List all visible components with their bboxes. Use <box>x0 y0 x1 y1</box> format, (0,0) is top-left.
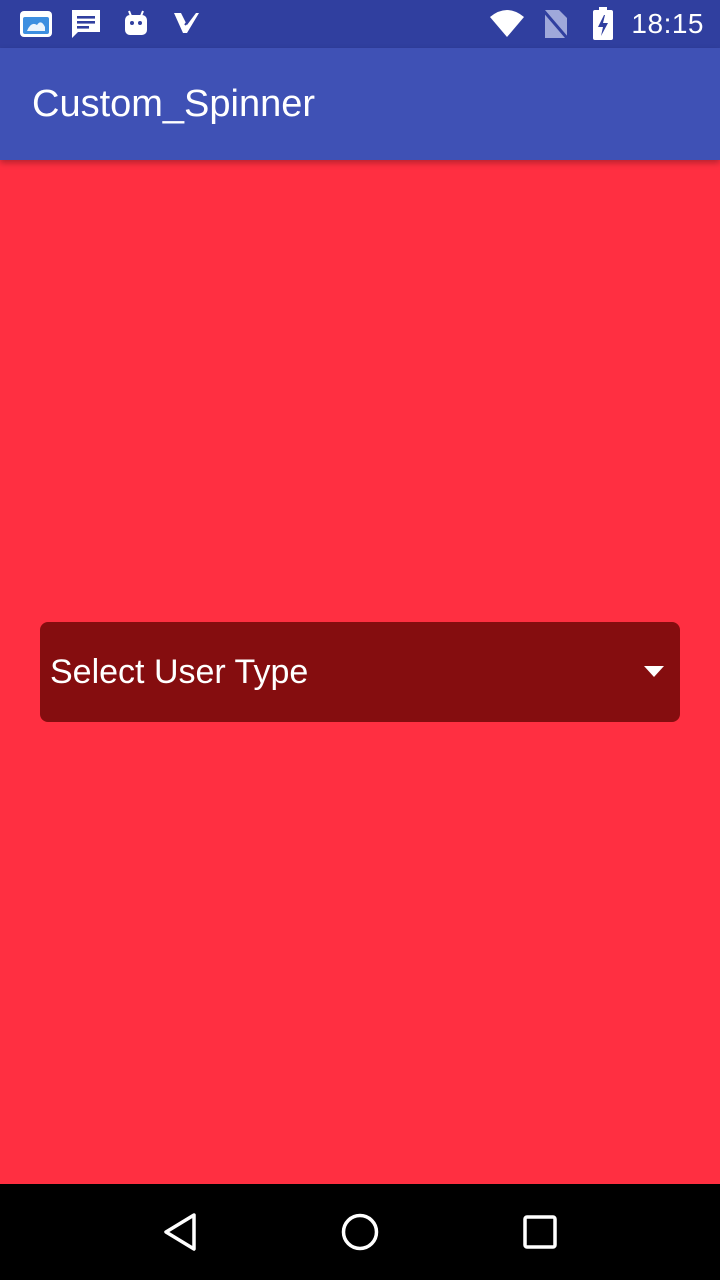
app-bar: Custom_Spinner <box>0 48 720 160</box>
home-icon <box>341 1213 379 1251</box>
checkmark-app-icon <box>168 6 204 42</box>
spinner-selected-label: Select User Type <box>50 652 309 691</box>
navigation-bar <box>0 1184 720 1280</box>
status-bar: 18:15 <box>0 0 720 48</box>
wifi-icon <box>489 6 525 42</box>
back-button[interactable] <box>140 1192 220 1272</box>
screen: 18:15 Custom_Spinner Select User Type <box>0 0 720 1280</box>
app-title: Custom_Spinner <box>32 82 316 125</box>
message-icon <box>68 6 104 42</box>
back-icon <box>164 1213 196 1251</box>
dropdown-arrow-icon <box>642 660 666 684</box>
user-type-spinner[interactable]: Select User Type <box>40 622 680 722</box>
no-sim-icon <box>537 6 573 42</box>
home-button[interactable] <box>320 1192 400 1272</box>
recents-icon <box>523 1215 557 1249</box>
system-icons: 18:15 <box>477 6 704 42</box>
file-manager-icon <box>18 6 54 42</box>
status-clock: 18:15 <box>631 8 704 39</box>
main-content: Select User Type <box>0 160 720 1184</box>
battery-charging-icon <box>585 6 621 42</box>
recents-button[interactable] <box>500 1192 580 1272</box>
android-icon <box>118 6 154 42</box>
notification-icons <box>18 6 218 42</box>
